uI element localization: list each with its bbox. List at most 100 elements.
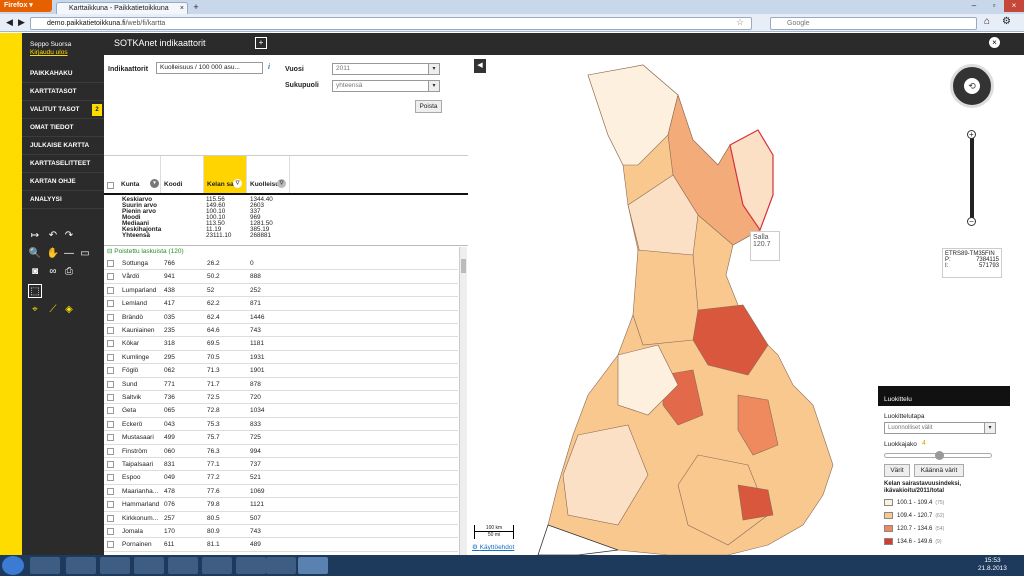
row-checkbox[interactable] — [107, 541, 114, 549]
class-count-slider[interactable] — [884, 451, 992, 460]
minimize-icon[interactable]: – — [964, 0, 984, 12]
forward-icon[interactable]: ▶ — [18, 17, 25, 28]
url-bar[interactable]: demo.paikkatietoikkuna.fi/web/fi/kartta — [30, 17, 752, 30]
table-row[interactable]: Mustasaari 499 75.7 725 — [104, 431, 458, 445]
taskbar-firefox-icon[interactable] — [266, 557, 296, 574]
close-panel-icon[interactable]: × — [989, 37, 1000, 48]
addon-icon[interactable]: ⚙ — [1002, 16, 1011, 27]
undo-icon[interactable]: ↶ — [46, 229, 60, 243]
table-row[interactable]: Espoo 049 77.2 521 — [104, 471, 458, 485]
table-row[interactable]: Maarianha... 478 77.6 1069 — [104, 485, 458, 499]
print-icon[interactable]: ⎙ — [62, 265, 76, 279]
taskbar-outlook-icon[interactable] — [168, 557, 198, 574]
row-checkbox[interactable] — [107, 501, 114, 509]
camera-icon[interactable]: ◙ — [28, 265, 42, 279]
measure-icon[interactable]: ↦ — [28, 229, 42, 243]
table-row[interactable]: Vårdö 941 50.2 888 — [104, 270, 458, 284]
row-checkbox[interactable] — [107, 487, 114, 495]
add-line-icon[interactable]: ⟋ — [46, 303, 60, 317]
row-checkbox[interactable] — [107, 353, 114, 361]
row-checkbox[interactable] — [107, 273, 114, 281]
year-select[interactable]: 2011 ▾ — [332, 63, 440, 75]
link-icon[interactable]: ∞ — [46, 265, 60, 279]
row-checkbox[interactable] — [107, 367, 114, 375]
home-icon[interactable]: ⌂ — [984, 16, 990, 27]
pan-compass[interactable]: ⟲ — [950, 64, 994, 108]
row-checkbox[interactable] — [107, 286, 114, 294]
row-checkbox[interactable] — [107, 420, 114, 428]
select-all-checkbox[interactable] — [107, 182, 114, 189]
table-row[interactable]: Jomala 170 80.9 743 — [104, 525, 458, 539]
table-row[interactable]: Sottunga 766 26.2 0 — [104, 257, 458, 271]
zoom-in-icon[interactable]: + — [967, 130, 976, 139]
sidebar-item-paikkahaku[interactable]: PAIKKAHAKU — [22, 65, 104, 83]
table-row[interactable]: Kökar 318 69.5 1181 — [104, 337, 458, 351]
row-checkbox[interactable] — [107, 340, 114, 348]
method-select[interactable]: Luonnolliset välit ▾ — [884, 422, 996, 434]
table-row[interactable]: Finström 060 76.3 994 — [104, 445, 458, 458]
gender-select[interactable]: yhteensä ▾ — [332, 80, 440, 92]
firefox-menu-button[interactable]: Firefox ▾ — [0, 0, 52, 12]
terms-link[interactable]: ⚙ Käyttöehdot — [472, 543, 514, 551]
search-input[interactable]: Google — [770, 17, 977, 30]
indicator-select[interactable]: Kuolleisuus / 100 000 asu... — [156, 62, 263, 74]
bookmark-star-icon[interactable]: ☆ — [736, 17, 744, 28]
header-kelan[interactable]: Kelan sai ▽ — [204, 156, 247, 194]
zoom-slider[interactable] — [970, 135, 974, 221]
row-checkbox[interactable] — [107, 514, 114, 522]
new-tab-button[interactable]: + — [190, 2, 202, 13]
info-icon[interactable]: i — [268, 64, 270, 71]
table-row[interactable]: Brändö 035 62.4 1446 — [104, 311, 458, 324]
table-row[interactable]: Kumlinge 295 70.5 1931 — [104, 351, 458, 365]
expand-panel-icon[interactable]: + — [255, 37, 267, 49]
table-row[interactable]: Saltvik 736 72.5 720 — [104, 391, 458, 405]
table-row[interactable]: Föglö 062 71.3 1901 — [104, 364, 458, 378]
row-checkbox[interactable] — [107, 461, 114, 468]
pan-hand-icon[interactable]: ✋ — [46, 247, 60, 261]
measure-area-icon[interactable]: ▭ — [78, 247, 92, 261]
start-button[interactable] — [2, 556, 24, 575]
close-window-icon[interactable]: × — [1004, 0, 1024, 12]
taskbar-explorer-icon[interactable] — [30, 557, 60, 574]
colors-button[interactable]: Värit — [884, 464, 910, 477]
system-clock[interactable]: 15:53 21.8.2013 — [978, 557, 1007, 573]
row-checkbox[interactable] — [107, 327, 114, 334]
sidebar-item-analyysi[interactable]: ANALYYSI — [22, 191, 104, 209]
close-tab-icon[interactable]: × — [180, 3, 184, 14]
table-row[interactable]: Kirkkonum... 257 80.5 507 — [104, 512, 458, 525]
taskbar-excel-icon[interactable] — [100, 557, 130, 574]
sidebar-item-julkaise[interactable]: JULKAISE KARTTA — [22, 137, 104, 155]
table-row[interactable]: Eckerö 043 75.3 833 — [104, 418, 458, 432]
sidebar-item-karttaselitteet[interactable]: KARTTASELITTEET — [22, 155, 104, 173]
add-area-icon[interactable]: ◈ — [62, 303, 76, 317]
back-icon[interactable]: ◀ — [6, 17, 13, 28]
taskbar-media-icon[interactable] — [236, 557, 266, 574]
browser-tab[interactable]: Karttaikkuna - Paikkatietoikkuna × — [56, 2, 188, 14]
removed-group-toggle[interactable]: ⊟ Poistettu laskuista (120) — [107, 247, 184, 255]
sidebar-item-valitut-tasot[interactable]: VALITUT TASOT 2 — [22, 101, 104, 119]
measure-line-icon[interactable]: — — [62, 247, 76, 261]
table-row[interactable]: Lumparland 438 52 252 — [104, 284, 458, 298]
taskbar-ie-icon[interactable] — [66, 557, 96, 574]
flip-colors-button[interactable]: Käännä värit — [914, 464, 964, 477]
row-checkbox[interactable] — [107, 300, 114, 308]
table-row[interactable]: Lemland 417 62.2 871 — [104, 297, 458, 311]
add-point-icon[interactable]: ⌖ — [28, 303, 42, 317]
taskbar-word-icon[interactable] — [134, 557, 164, 574]
maximize-icon[interactable]: ▫ — [984, 0, 1004, 12]
row-checkbox[interactable] — [107, 394, 114, 401]
header-koodi[interactable]: Koodi — [161, 156, 204, 194]
table-row[interactable]: Kauniainen 235 64.6 743 — [104, 324, 458, 338]
row-checkbox[interactable] — [107, 407, 114, 415]
redo-icon[interactable]: ↷ — [62, 229, 76, 243]
classification-header[interactable]: Luokittelu — [878, 386, 1010, 406]
row-checkbox[interactable] — [107, 447, 114, 455]
table-row[interactable]: Sund 771 71.7 878 — [104, 378, 458, 391]
sidebar-item-omat-tiedot[interactable]: OMAT TIEDOT — [22, 119, 104, 137]
taskbar-firefox-active-icon[interactable] — [298, 557, 328, 574]
sidebar-item-karttatasot[interactable]: KARTTATASOT — [22, 83, 104, 101]
taskbar-folder-icon[interactable] — [202, 557, 232, 574]
row-checkbox[interactable] — [107, 434, 114, 442]
remove-button[interactable]: Poista — [415, 100, 442, 113]
collapse-panel-icon[interactable]: ◀ — [474, 59, 486, 73]
